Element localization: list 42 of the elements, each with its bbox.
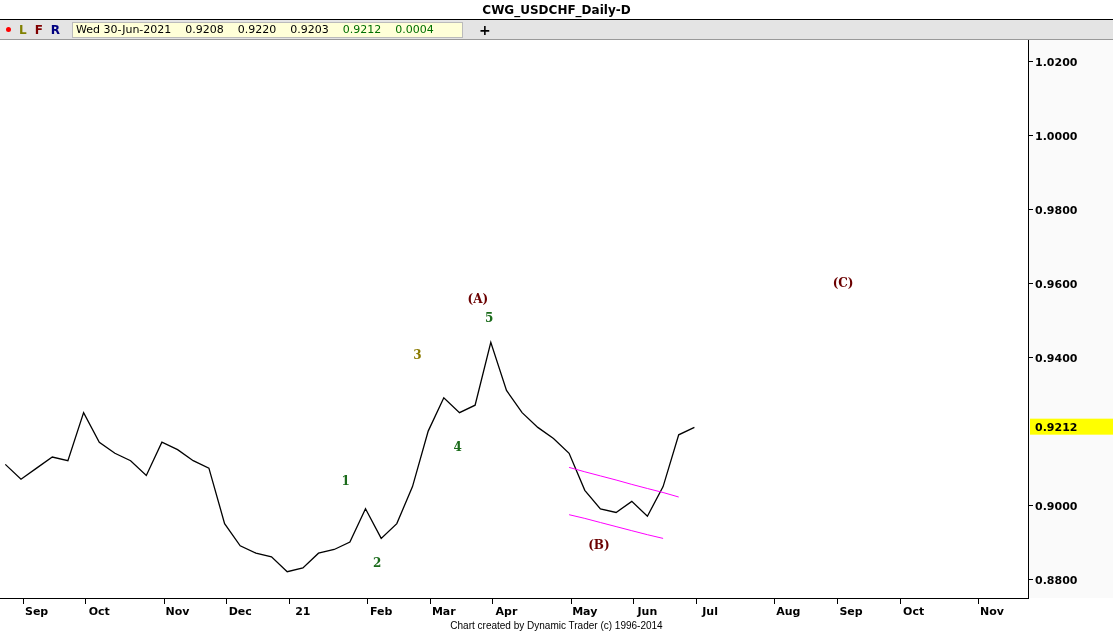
- x-axis-label: Jun: [637, 605, 658, 618]
- x-axis-label: Aug: [776, 605, 801, 618]
- x-axis-label: Nov: [165, 605, 190, 618]
- wave-label: 4: [453, 440, 462, 455]
- x-axis-label: Nov: [980, 605, 1004, 618]
- quote-value: 0.9212: [342, 23, 382, 36]
- y-axis-label: 0.9000: [1035, 499, 1078, 513]
- x-axis-label: Feb: [369, 605, 393, 618]
- dot-button[interactable]: [6, 27, 11, 32]
- credit-text: Chart created by Dynamic Trader (c) 1996-2014: [450, 619, 663, 631]
- x-axis-label: Jul: [702, 605, 718, 618]
- wave-label: 3: [413, 348, 422, 363]
- quote-value: Wed 30-Jun-2021: [76, 23, 172, 36]
- x-axis-label: Sep: [25, 605, 49, 618]
- y-axis-label: 0.9600: [1035, 277, 1078, 291]
- x-axis-label: Oct: [88, 605, 110, 618]
- y-axis-label: 1.0200: [1035, 55, 1078, 69]
- wave-label: 5: [485, 311, 494, 326]
- quote-value: 0.9203: [290, 23, 329, 36]
- y-axis-label: 0.8800: [1035, 573, 1078, 587]
- x-axis-label: Apr: [495, 605, 518, 618]
- x-axis-label: Mar: [431, 605, 456, 618]
- y-axis-label: 0.9400: [1035, 351, 1078, 365]
- toolbar-button[interactable]: F: [34, 22, 43, 37]
- wave-label: (C): [832, 276, 854, 291]
- y-axis-label: 1.0000: [1035, 129, 1078, 143]
- wave-label: (A): [467, 292, 489, 306]
- x-axis-label: Dec: [228, 605, 252, 618]
- wave-label: 2: [373, 556, 382, 571]
- quote-value: 0.0004: [395, 23, 434, 36]
- y-axis-label: 0.9800: [1035, 203, 1078, 217]
- quote-value: 0.9220: [237, 23, 277, 36]
- x-axis-label: Oct: [903, 605, 925, 618]
- window-title: CWG_USDCHF_Daily-D: [482, 2, 631, 17]
- x-axis-label: Sep: [839, 605, 863, 618]
- x-axis-label: May: [572, 605, 598, 618]
- toolbar-button[interactable]: R: [50, 22, 61, 37]
- wave-label: (B): [588, 538, 610, 553]
- x-axis-label: 21: [295, 605, 311, 618]
- quote-value: 0.9208: [185, 23, 224, 36]
- add-button[interactable]: +: [479, 22, 491, 37]
- wave-label: 1: [341, 474, 350, 489]
